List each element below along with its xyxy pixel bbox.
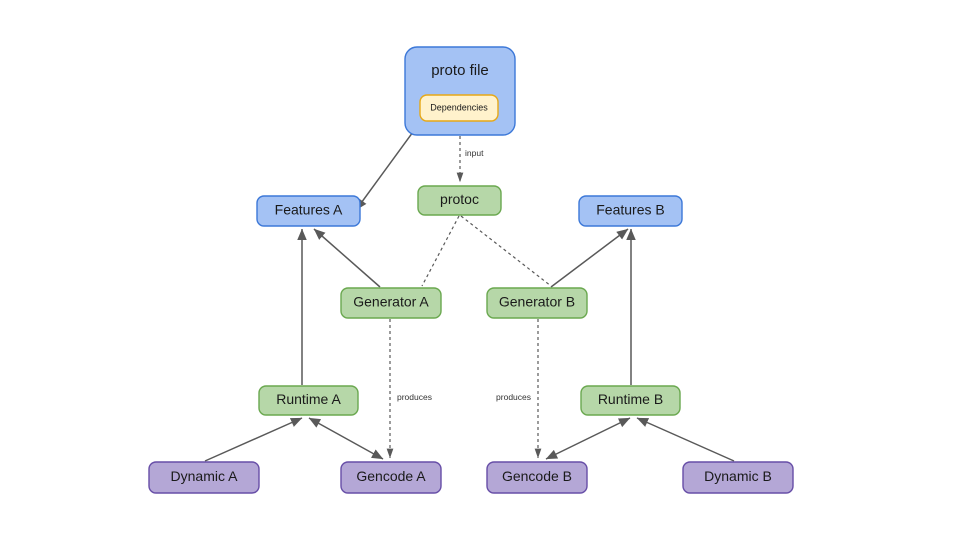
node-shape-dynamic-b xyxy=(682,461,794,494)
node-shape-generator-b xyxy=(486,287,588,319)
node-generator-a[interactable]: Generator A xyxy=(340,287,442,319)
node-features-b[interactable]: Features B xyxy=(578,195,683,227)
edge-generator-b-to-features-b xyxy=(550,228,629,288)
edge-generator-a-to-features-a xyxy=(313,228,381,288)
node-shape-features-b xyxy=(578,195,683,227)
node-shape-proto-file xyxy=(404,46,516,136)
edge-label-proto-file-to-protoc: input xyxy=(465,148,484,158)
nodes-layer: proto fileDependencies Features A Features… xyxy=(148,46,794,494)
node-shape-dependencies xyxy=(419,94,499,122)
node-shape-features-a xyxy=(256,195,361,227)
node-dynamic-b[interactable]: Dynamic B xyxy=(682,461,794,494)
node-shape-runtime-a xyxy=(258,385,359,416)
diagram-canvas: proto file Dependencies Features A Features… xyxy=(0,0,960,540)
edge-gencode-b-to-runtime-b xyxy=(545,417,631,460)
edge-protoc-to-generator-b xyxy=(460,215,552,287)
node-shape-runtime-b xyxy=(580,385,681,416)
flow-diagram: proto fileDependencies Features A Features… xyxy=(148,46,794,494)
edge-label-generator-a-produces-gencode-a: produces xyxy=(397,392,432,402)
node-shape-gencode-b xyxy=(486,461,588,494)
node-gencode-a[interactable]: Gencode A xyxy=(340,461,442,494)
node-shape-protoc xyxy=(417,185,502,216)
node-shape-generator-a xyxy=(340,287,442,319)
edge-dynamic-a-to-runtime-a xyxy=(204,417,303,462)
node-gencode-b[interactable]: Gencode B xyxy=(486,461,588,494)
node-shape-gencode-a xyxy=(340,461,442,494)
node-runtime-b[interactable]: Runtime B xyxy=(580,385,681,416)
node-dynamic-a[interactable]: Dynamic A xyxy=(148,461,260,494)
edge-protoc-to-generator-a xyxy=(421,215,460,287)
node-dependencies[interactable]: Dependencies xyxy=(419,94,499,122)
node-protoc[interactable]: protoc xyxy=(417,185,502,216)
edge-dynamic-b-to-runtime-b xyxy=(636,417,735,462)
edge-runtime-a-to-gencode-a xyxy=(308,417,384,460)
node-features-a[interactable]: Features A xyxy=(256,195,361,227)
node-runtime-a[interactable]: Runtime A xyxy=(258,385,359,416)
node-generator-b[interactable]: Generator B xyxy=(486,287,588,319)
node-proto-file[interactable]: proto file xyxy=(404,46,516,136)
edge-label-generator-b-produces-gencode-b: produces xyxy=(496,392,531,402)
node-shape-dynamic-a xyxy=(148,461,260,494)
